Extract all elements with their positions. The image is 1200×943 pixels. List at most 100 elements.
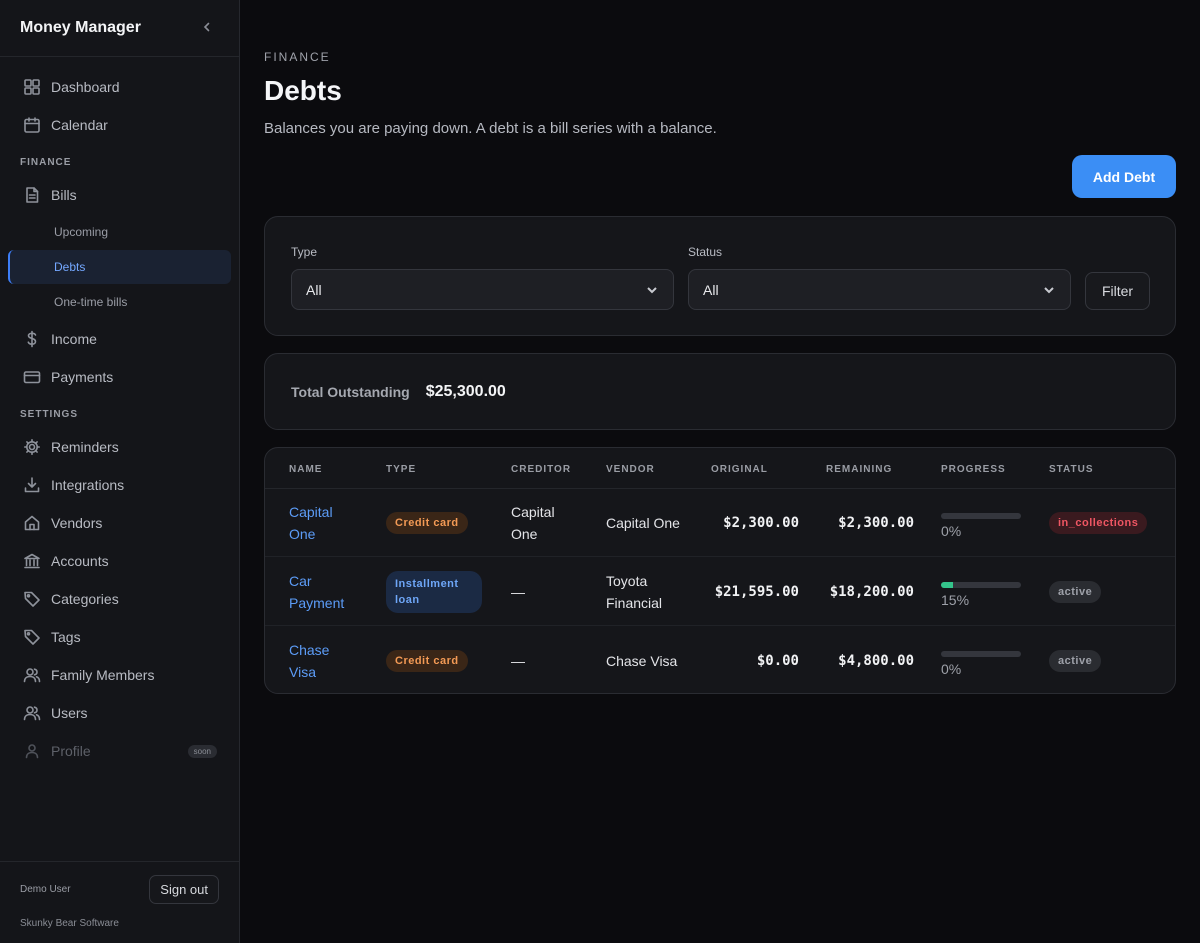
debt-name-link[interactable]: Capital One <box>289 501 359 545</box>
column-header-status: STATUS <box>1049 464 1094 475</box>
total-outstanding-value: $25,300.00 <box>425 382 506 400</box>
sidebar-item-label: Vendors <box>51 515 103 531</box>
column-header-type: TYPE <box>386 464 417 475</box>
sidebar-item-label: Family Members <box>51 667 155 683</box>
sidebar-item-integrations[interactable]: Integrations <box>0 466 239 504</box>
column-header-progress: PROGRESS <box>941 464 1006 475</box>
sign-out-button[interactable]: Sign out <box>149 875 219 904</box>
sidebar-item-profile: Profile soon <box>0 732 239 770</box>
sidebar-subitem-upcoming[interactable]: Upcoming <box>8 215 231 249</box>
debts-table: NAME TYPE CREDITOR VENDOR ORIGINAL REMAI… <box>264 447 1176 694</box>
sidebar-item-tags[interactable]: Tags <box>0 618 239 656</box>
column-header-name: NAME <box>289 464 323 475</box>
collapse-sidebar-button[interactable] <box>195 20 219 36</box>
sidebar-item-label: Profile <box>51 743 91 759</box>
remaining-amount-cell: $18,200.00 <box>829 584 914 600</box>
table-header: NAME TYPE CREDITOR VENDOR ORIGINAL REMAI… <box>265 448 1175 489</box>
users-icon <box>23 704 41 722</box>
calendar-icon <box>23 116 41 134</box>
table-row: Car Payment Installment loan — Toyota Fi… <box>265 558 1175 626</box>
status-badge: active <box>1049 650 1102 672</box>
total-outstanding-label: Total Outstanding <box>291 383 410 400</box>
sidebar-item-label: Accounts <box>51 553 109 569</box>
status-badge: in_collections <box>1049 512 1148 534</box>
column-header-vendor: VENDOR <box>606 464 655 475</box>
status-filter-select[interactable]: All <box>688 269 1071 310</box>
app-title: Money Manager <box>20 19 141 36</box>
sidebar-item-reminders[interactable]: Reminders <box>0 428 239 466</box>
sidebar-item-family-members[interactable]: Family Members <box>0 656 239 694</box>
chevron-left-icon <box>203 22 210 32</box>
debt-name-link[interactable]: Car Payment <box>289 570 359 614</box>
chevron-down-icon <box>1044 286 1054 293</box>
column-header-remaining: REMAINING <box>826 464 893 475</box>
creditor-cell: — <box>511 653 525 669</box>
status-badge: active <box>1049 581 1102 603</box>
column-header-creditor: CREDITOR <box>511 464 572 475</box>
company-name: Skunky Bear Software <box>20 918 119 929</box>
type-filter-select[interactable]: All <box>291 269 674 310</box>
original-amount-cell: $21,595.00 <box>714 584 799 600</box>
users-icon <box>23 666 41 684</box>
sidebar-item-calendar[interactable]: Calendar <box>0 106 239 144</box>
add-debt-button[interactable]: Add Debt <box>1072 155 1176 198</box>
vendor-cell: Capital One <box>606 515 680 531</box>
sidebar-item-vendors[interactable]: Vendors <box>0 504 239 542</box>
progress-bar <box>941 513 1021 519</box>
user-icon <box>23 742 41 760</box>
sidebar-footer: Demo User Sign out Skunky Bear Software <box>0 861 239 943</box>
sidebar-item-dashboard[interactable]: Dashboard <box>0 68 239 106</box>
sidebar-item-label: Users <box>51 705 88 721</box>
progress-label: 0% <box>941 661 962 677</box>
status-filter-label: Status <box>688 245 723 259</box>
sidebar-item-label: Categories <box>51 591 119 607</box>
sidebar-item-categories[interactable]: Categories <box>0 580 239 618</box>
sidebar-item-label: Reminders <box>51 439 119 455</box>
filter-button[interactable]: Filter <box>1085 272 1150 310</box>
sidebar-item-income[interactable]: Income <box>0 320 239 358</box>
progress-bar <box>941 651 1021 657</box>
table-row: Chase Visa Credit card — Chase Visa $0.0… <box>265 627 1175 693</box>
remaining-amount-cell: $4,800.00 <box>838 653 914 669</box>
sidebar-item-label: Calendar <box>51 117 108 133</box>
type-filter-label: Type <box>291 245 318 259</box>
page-description: Balances you are paying down. A debt is … <box>264 120 717 137</box>
tag-icon <box>23 628 41 646</box>
sidebar-item-users[interactable]: Users <box>0 694 239 732</box>
total-outstanding-card: Total Outstanding $25,300.00 <box>264 353 1176 430</box>
sidebar: Money Manager Dashboard Calendar FINANCE… <box>0 0 240 943</box>
original-amount-cell: $2,300.00 <box>723 515 799 531</box>
sidebar-subitem-debts[interactable]: Debts <box>8 250 231 284</box>
brand-header: Money Manager <box>0 0 239 57</box>
section-label-finance: FINANCE <box>20 156 72 168</box>
sidebar-nav: Dashboard Calendar FINANCE Bills Upcomin… <box>0 57 239 770</box>
debt-name-link[interactable]: Chase Visa <box>289 639 359 683</box>
section-label-settings: SETTINGS <box>20 408 79 420</box>
download-icon <box>23 476 41 494</box>
sidebar-subitem-one-time-bills[interactable]: One-time bills <box>8 285 231 319</box>
dollar-icon <box>23 330 41 348</box>
page-title: Debts <box>264 75 342 106</box>
progress-label: 15% <box>941 592 970 608</box>
creditor-cell: — <box>511 584 525 600</box>
progress-cell: 0% <box>941 627 1021 693</box>
document-icon <box>23 186 41 204</box>
original-amount-cell: $0.00 <box>756 653 799 669</box>
sidebar-item-label: Bills <box>51 187 77 203</box>
current-user-name: Demo User <box>20 884 71 895</box>
sidebar-item-label: Integrations <box>51 477 125 493</box>
sidebar-item-label: Payments <box>51 369 114 385</box>
sidebar-item-label: Income <box>51 331 97 347</box>
type-badge: Credit card <box>386 650 468 672</box>
type-badge: Installment loan <box>386 571 482 613</box>
sidebar-item-accounts[interactable]: Accounts <box>0 542 239 580</box>
bank-icon <box>23 552 41 570</box>
sidebar-item-payments[interactable]: Payments <box>0 358 239 396</box>
sidebar-item-bills[interactable]: Bills <box>0 176 239 214</box>
tag-icon <box>23 590 41 608</box>
progress-bar <box>941 582 1021 588</box>
type-badge: Credit card <box>386 512 468 534</box>
sidebar-item-label: Tags <box>51 629 81 645</box>
credit-card-icon <box>23 368 41 386</box>
gear-icon <box>23 438 41 456</box>
